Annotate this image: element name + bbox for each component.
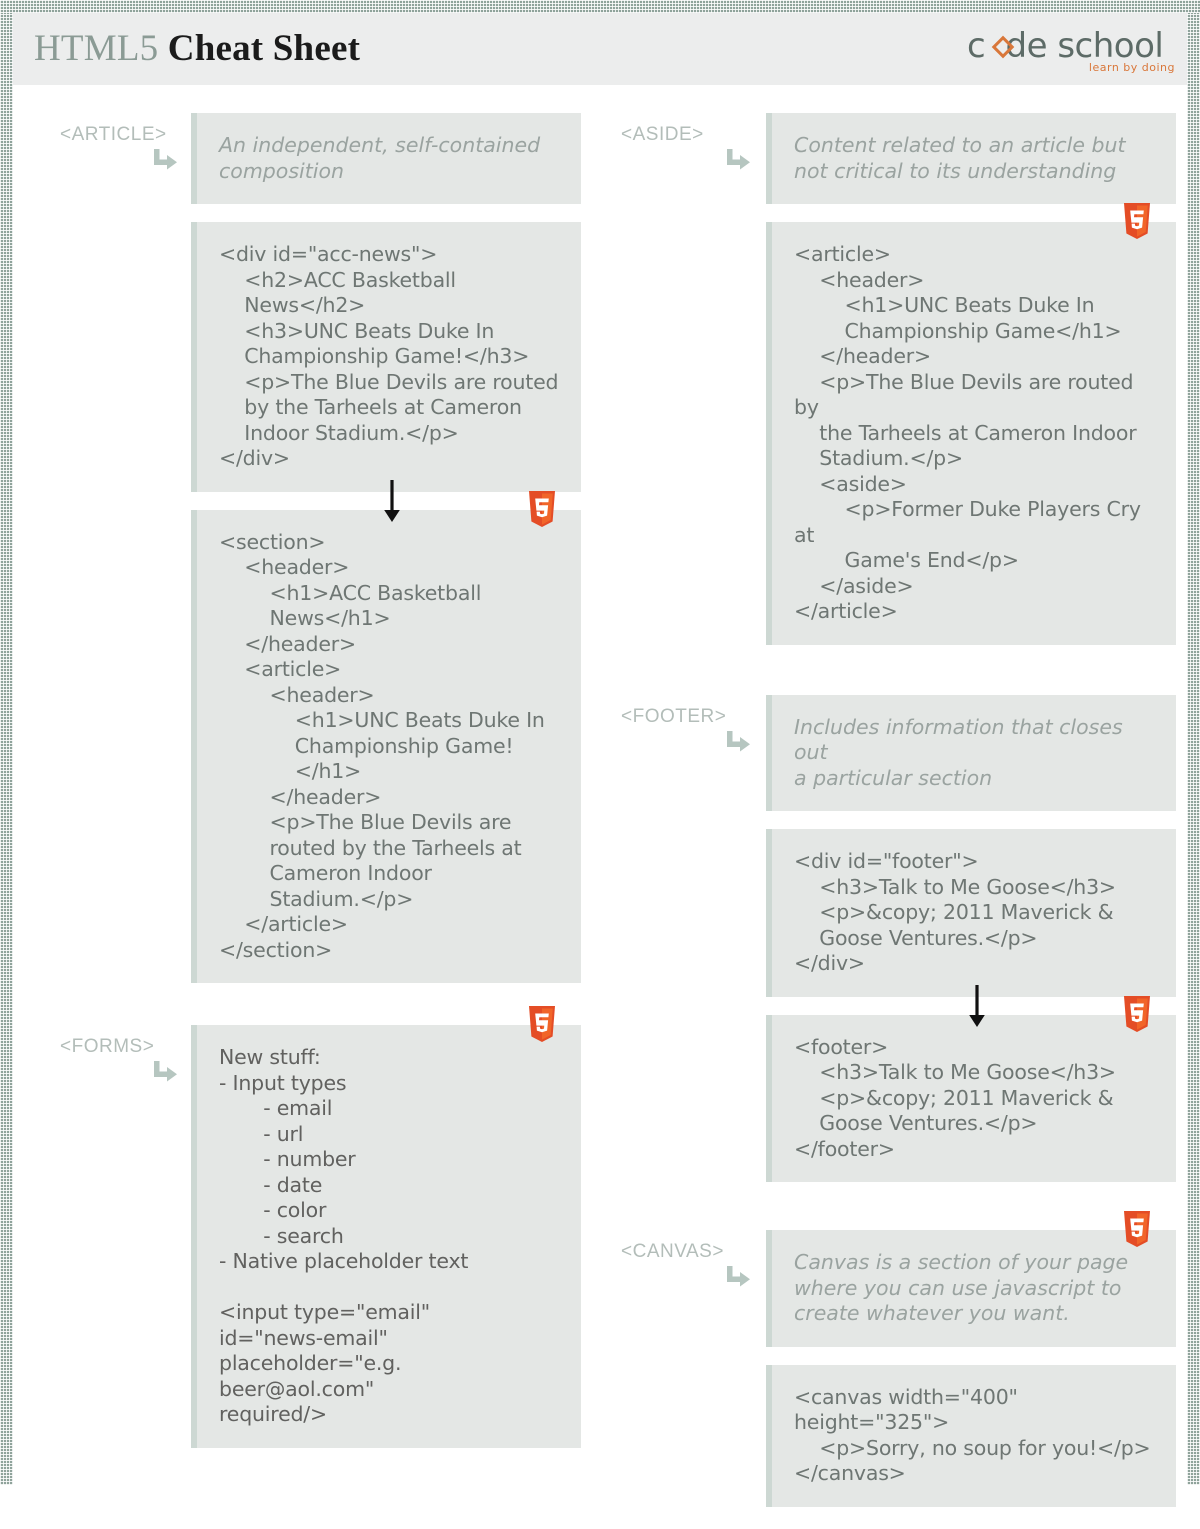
hook-arrow-icon — [725, 730, 751, 753]
code-sample-box: <article> <header> <h1>UNC Beats Duke In… — [766, 203, 1176, 645]
page-edge-top — [0, 0, 1200, 13]
html5-badge-icon — [1122, 995, 1152, 1032]
section-label: <ARTICLE> — [60, 124, 167, 145]
hook-arrow-icon — [725, 149, 751, 171]
code-sample-box: <footer> <h3>Talk to Me Goose</h3> <p>&c… — [766, 984, 1176, 1182]
code-sample-text: <canvas width="400" height="325"> <p>Sor… — [794, 1384, 1151, 1486]
page-title-cheatsheet: Cheat Sheet — [167, 28, 361, 69]
section-label: <FOOTER> — [621, 705, 727, 727]
logo-tagline: learn by doing — [1088, 61, 1175, 74]
code-sample-box: <div id="acc-news"> <h2>ACC Basketball N… — [191, 222, 581, 492]
flow-down-arrow-icon — [966, 984, 988, 1029]
code-sample-text: <section> <header> <h1>ACC Basketball Ne… — [219, 529, 545, 962]
description-box: An independent, self-contained compositi… — [191, 113, 581, 204]
code-school-logo: code school learn by doing — [967, 26, 1177, 76]
page-title-html5: HTML5 — [34, 28, 159, 69]
code-sample-box: <div id="footer"> <h3>Talk to Me Goose</… — [766, 829, 1176, 997]
description-box: Content related to an article but not cr… — [766, 113, 1176, 204]
feature-list-box: New stuff: - Input types - email - url -… — [191, 1006, 581, 1448]
description-text: An independent, self-contained compositi… — [219, 133, 541, 183]
hook-arrow-icon — [152, 1061, 178, 1083]
feature-list-text: New stuff: - Input types - email - url -… — [219, 1045, 469, 1426]
description-box: Includes information that closes out a p… — [766, 694, 1176, 811]
code-sample-text: <div id="acc-news"> <h2>ACC Basketball N… — [219, 242, 559, 470]
hook-arrow-icon — [152, 149, 178, 171]
hook-arrow-icon — [725, 1266, 751, 1288]
page-edge-left — [0, 0, 13, 1485]
section-footer: <FOOTER> Includes information that close… — [621, 694, 1176, 1182]
section-label: <ASIDE> — [621, 124, 704, 145]
code-sample-text: <article> <header> <h1>UNC Beats Duke In… — [794, 242, 1141, 623]
left-column: <ARTICLE> An independent, self-contained… — [60, 113, 600, 1470]
description-box: Canvas is a section of your page where y… — [766, 1211, 1176, 1347]
section-article: <ARTICLE> An independent, self-contained… — [60, 113, 600, 983]
html5-badge-icon — [527, 1006, 557, 1042]
description-text: Content related to an article but not cr… — [794, 133, 1126, 183]
page-header: HTML5 Cheat Sheet code school learn by d… — [13, 13, 1187, 85]
code-sample-text: <footer> <h3>Talk to Me Goose</h3> <p>&c… — [794, 1034, 1116, 1161]
description-text: Includes information that closes out a p… — [794, 714, 1123, 790]
section-label: <CANVAS> — [621, 1241, 724, 1262]
page-edge-right — [1187, 0, 1200, 1485]
code-sample-box: <section> <header> <h1>ACC Basketball Ne… — [191, 479, 581, 983]
logo-word-post: de school — [1005, 26, 1164, 66]
html5-badge-icon — [527, 490, 557, 527]
section-canvas: <CANVAS> Canvas is a section of your pag… — [621, 1211, 1176, 1507]
right-column: <ASIDE> Content related to an article bu… — [621, 113, 1176, 1529]
section-aside: <ASIDE> Content related to an article bu… — [621, 113, 1176, 645]
code-sample-box: <canvas width="400" height="325"> <p>Sor… — [766, 1364, 1176, 1507]
description-text: Canvas is a section of your page where y… — [794, 1250, 1129, 1325]
html5-badge-icon — [1122, 1211, 1152, 1247]
section-forms: <FORMS> New stuff: - Input types - email… — [60, 1006, 600, 1448]
page-body: HTML5 Cheat Sheet code school learn by d… — [13, 13, 1187, 1507]
logo-word-pre: c — [967, 26, 986, 66]
section-label: <FORMS> — [60, 1036, 155, 1057]
code-sample-text: <div id="footer"> <h3>Talk to Me Goose</… — [794, 849, 1116, 975]
page-title: HTML5 Cheat Sheet — [34, 27, 360, 70]
flow-down-arrow-icon — [381, 479, 403, 524]
html5-badge-icon — [1122, 203, 1152, 239]
